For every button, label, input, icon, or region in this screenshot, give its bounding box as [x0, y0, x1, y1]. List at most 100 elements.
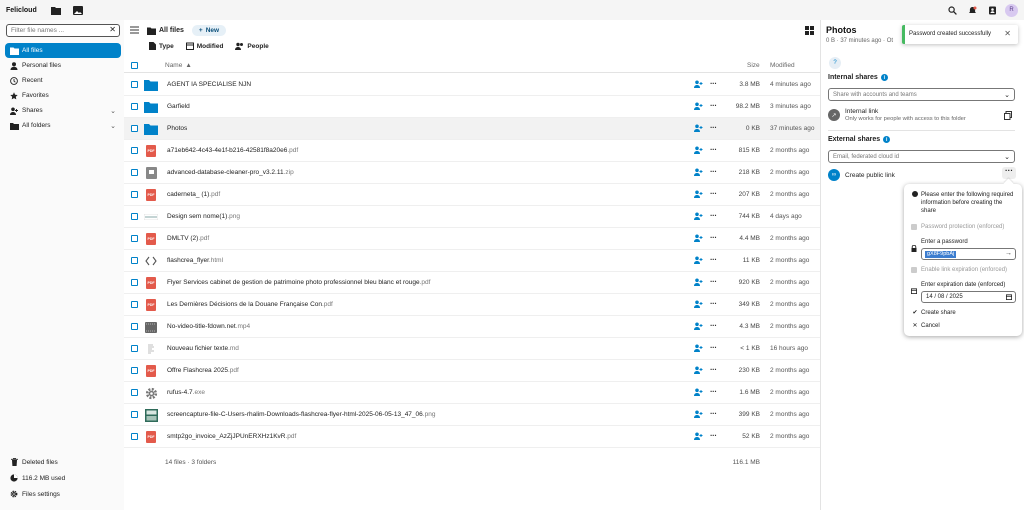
- row-checkbox[interactable]: [131, 169, 138, 176]
- password-protection-checkbox[interactable]: [911, 224, 917, 230]
- chevron-down-icon[interactable]: ⌄: [1004, 91, 1010, 99]
- file-name[interactable]: flashcrea_flyer.html: [167, 257, 223, 264]
- photos-app-icon[interactable]: [69, 1, 87, 19]
- files-app-icon[interactable]: [47, 1, 65, 19]
- table-row[interactable]: flashcrea_flyer.html ··· 11 KB 2 months ago: [124, 250, 820, 272]
- internal-share-input[interactable]: Share with accounts and teams ⌄: [828, 88, 1015, 101]
- contacts-icon[interactable]: [985, 3, 999, 17]
- row-checkbox[interactable]: [131, 103, 138, 110]
- table-row[interactable]: Photos ··· 0 KB 37 minutes ago: [124, 118, 820, 140]
- user-avatar[interactable]: R: [1005, 3, 1018, 17]
- submit-arrow-icon[interactable]: →: [1005, 250, 1012, 257]
- close-toast-icon[interactable]: ✕: [1004, 29, 1011, 38]
- column-modified[interactable]: Modified: [770, 62, 795, 69]
- grid-view-icon[interactable]: [805, 26, 814, 37]
- search-icon[interactable]: [945, 3, 959, 17]
- more-actions-icon[interactable]: ···: [1002, 167, 1016, 179]
- row-checkbox[interactable]: [131, 323, 138, 330]
- create-share-button[interactable]: ✔ Create share: [911, 309, 1016, 318]
- table-row[interactable]: advanced-database-cleaner-pro_v3.2.11.zi…: [124, 162, 820, 184]
- chevron-down-icon[interactable]: ⌄: [110, 107, 116, 115]
- row-checkbox[interactable]: [131, 389, 138, 396]
- file-name[interactable]: advanced-database-cleaner-pro_v3.2.11.zi…: [167, 169, 294, 176]
- table-row[interactable]: No-video-title-fdown.net.mp4 ··· 4.3 MB 2 m…: [124, 316, 820, 338]
- file-name[interactable]: Photos: [167, 125, 187, 132]
- sidebar-footer-gear[interactable]: Files settings: [5, 486, 121, 502]
- filter-people[interactable]: People: [235, 42, 269, 50]
- row-checkbox[interactable]: [131, 345, 138, 352]
- file-name[interactable]: AGENT IA SPECIALISE NJN: [167, 81, 251, 88]
- row-checkbox[interactable]: [131, 433, 138, 440]
- table-row[interactable]: Nouveau fichier texte.md ··· < 1 KB 16 hour…: [124, 338, 820, 360]
- copy-icon[interactable]: [1004, 111, 1012, 122]
- file-name[interactable]: Flyer Services cabinet de gestion de pat…: [167, 279, 430, 286]
- sidebar-item-shares[interactable]: Shares ⌄: [5, 103, 121, 118]
- sidebar-item-favorites[interactable]: Favorites: [5, 88, 121, 103]
- sidebar-footer-trash[interactable]: Deleted files: [5, 454, 121, 470]
- toggle-navigation-icon[interactable]: [130, 26, 139, 36]
- file-name[interactable]: smtp2go_invoice_AzZjJPUnERXHz1KvR.pdf: [167, 433, 296, 440]
- row-checkbox[interactable]: [131, 411, 138, 418]
- info-icon[interactable]: i: [880, 74, 888, 81]
- filter-modified[interactable]: Modified: [185, 42, 223, 50]
- table-row[interactable]: PDF Les Dernières Décisions de la Douane …: [124, 294, 820, 316]
- table-row[interactable]: Design sem nome(1).png ··· 744 KB 4 days ag…: [124, 206, 820, 228]
- row-checkbox[interactable]: [131, 125, 138, 132]
- file-name[interactable]: Offre Flashcrea 2025.pdf: [167, 367, 239, 374]
- external-share-input[interactable]: Email, federated cloud id ⌄: [828, 150, 1015, 163]
- sidebar-item-recent[interactable]: Recent: [5, 73, 121, 88]
- file-name[interactable]: rufus-4.7.exe: [167, 389, 205, 396]
- table-row[interactable]: AGENT IA SPECIALISE NJN ··· 3.8 MB 4 minute…: [124, 74, 820, 96]
- file-name[interactable]: No-video-title-fdown.net.mp4: [167, 323, 250, 330]
- table-row[interactable]: PDF Flyer Services cabinet de gestion de …: [124, 272, 820, 294]
- table-row[interactable]: rufus-4.7.exe ··· 1.6 MB 2 months ago: [124, 382, 820, 404]
- sidebar-item-all-folders[interactable]: All folders ⌄: [5, 118, 121, 133]
- table-row[interactable]: PDF Offre Flashcrea 2025.pdf ··· 230 KB 2 mo…: [124, 360, 820, 382]
- file-name[interactable]: DMLTV (2).pdf: [167, 235, 209, 242]
- filter-input[interactable]: Filter file names ... ✕: [6, 24, 120, 37]
- file-name[interactable]: Les Dernières Décisions de la Douane Fra…: [167, 301, 333, 308]
- file-name[interactable]: caderneta_ (1).pdf: [167, 191, 220, 198]
- date-picker-icon[interactable]: [1006, 294, 1012, 302]
- row-checkbox[interactable]: [131, 279, 138, 286]
- table-row[interactable]: screencapture-file-C-Users-rhalim-Downlo…: [124, 404, 820, 426]
- cancel-button[interactable]: ✕ Cancel: [911, 322, 1016, 331]
- file-name[interactable]: Garfield: [167, 103, 190, 110]
- row-checkbox[interactable]: [131, 257, 138, 264]
- row-checkbox[interactable]: [131, 301, 138, 308]
- column-name[interactable]: Name ▲: [165, 62, 192, 69]
- table-row[interactable]: PDF DMLTV (2).pdf ··· 4.4 MB 2 months ago: [124, 228, 820, 250]
- column-size[interactable]: Size: [747, 62, 760, 69]
- row-checkbox[interactable]: [131, 235, 138, 242]
- brand-logo[interactable]: Felicloud: [6, 7, 37, 14]
- expiration-date-input[interactable]: 14 / 08 / 2025: [921, 291, 1016, 303]
- table-row[interactable]: PDF caderneta_ (1).pdf ··· 207 KB 2 months a…: [124, 184, 820, 206]
- breadcrumb-all-files[interactable]: All files: [147, 27, 184, 35]
- password-input[interactable]: gX8F9pbAj →: [921, 248, 1016, 260]
- sidebar-footer-pie[interactable]: 116.2 MB used: [5, 470, 121, 486]
- chevron-down-icon[interactable]: ⌄: [1004, 153, 1010, 161]
- create-public-link-label[interactable]: Create public link: [845, 172, 895, 179]
- new-button[interactable]: + New: [191, 25, 227, 36]
- row-checkbox[interactable]: [131, 147, 138, 154]
- sidebar-item-personal-files[interactable]: Personal files: [5, 58, 121, 73]
- file-name[interactable]: screencapture-file-C-Users-rhalim-Downlo…: [167, 411, 435, 418]
- row-checkbox[interactable]: [131, 367, 138, 374]
- select-all-checkbox[interactable]: [131, 62, 138, 69]
- row-checkbox[interactable]: [131, 81, 138, 88]
- link-expiration-checkbox[interactable]: [911, 267, 917, 273]
- file-name[interactable]: Nouveau fichier texte.md: [167, 345, 239, 352]
- chevron-down-icon[interactable]: ⌄: [110, 122, 116, 130]
- clear-filter-icon[interactable]: ✕: [109, 25, 116, 34]
- notifications-icon[interactable]: [965, 3, 979, 17]
- table-row[interactable]: Garfield ··· 98.2 MB 3 minutes ago: [124, 96, 820, 118]
- row-checkbox[interactable]: [131, 213, 138, 220]
- help-icon[interactable]: ?: [829, 57, 841, 69]
- filter-type[interactable]: Type: [149, 42, 174, 50]
- table-row[interactable]: PDF a71eb642-4c43-4e1f-b216-42581f8a20e6.…: [124, 140, 820, 162]
- row-checkbox[interactable]: [131, 191, 138, 198]
- sidebar-item-all-files[interactable]: All files: [5, 43, 121, 58]
- file-name[interactable]: Design sem nome(1).png: [167, 213, 240, 220]
- file-name[interactable]: a71eb642-4c43-4e1f-b216-42581f8a20e6.pdf: [167, 147, 298, 154]
- info-icon[interactable]: i: [883, 136, 891, 143]
